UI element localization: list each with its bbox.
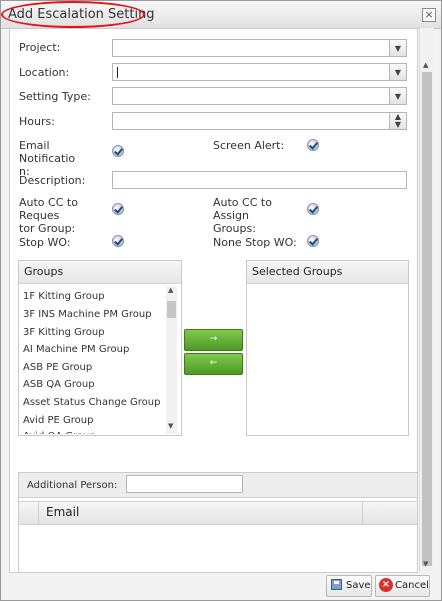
selected-groups-list[interactable]: Selected Groups	[246, 260, 409, 436]
project-select[interactable]: ▼	[112, 39, 407, 57]
list-item[interactable]: Asset Status Change Group	[23, 397, 160, 408]
move-left-button[interactable]: ←	[184, 353, 243, 375]
close-icon[interactable]: ×	[422, 8, 436, 22]
auto-cc-requestor-label: Auto CC to Reques tor Group:	[19, 196, 78, 235]
none-stop-wo-checkbox[interactable]	[307, 235, 319, 247]
list-item[interactable]: AI Machine PM Group	[23, 344, 129, 355]
list-item[interactable]: Avid PE Group	[23, 415, 93, 426]
list-item[interactable]: 1F Kitting Group	[23, 291, 105, 302]
cancel-button-label: Cancel	[395, 580, 429, 591]
scroll-up-icon[interactable]: ▲	[168, 286, 173, 294]
groups-scrollbar[interactable]: ▲ ▼	[166, 286, 177, 434]
scroll-down-icon[interactable]: ▼	[423, 560, 428, 568]
form-content: Project: ▼ Location: ▼ Setting Type: ▼ H…	[9, 28, 418, 573]
list-item[interactable]: ASB QA Group	[23, 379, 95, 390]
location-select[interactable]: ▼	[112, 63, 407, 81]
save-button-label: Save	[346, 580, 371, 591]
additional-person-label: Additional Person:	[27, 480, 118, 491]
stop-wo-checkbox[interactable]	[112, 235, 124, 247]
screen-alert-label: Screen Alert:	[213, 139, 285, 152]
selected-groups-header: Selected Groups	[247, 261, 408, 284]
spin-down-icon[interactable]: ▼	[390, 121, 406, 129]
additional-person-toolbar: Additional Person:	[19, 473, 417, 498]
cancel-button[interactable]: × Cancel	[375, 575, 430, 597]
scroll-thumb[interactable]	[167, 301, 176, 318]
list-item[interactable]: 3F Kitting Group	[23, 327, 105, 338]
text-cursor	[117, 67, 118, 78]
main-scrollbar[interactable]: ▲ ▼	[419, 28, 434, 571]
description-label: Description:	[19, 174, 86, 187]
scroll-thumb[interactable]	[422, 72, 432, 566]
screen-alert-checkbox[interactable]	[307, 139, 319, 151]
auto-cc-assign-checkbox[interactable]	[307, 203, 319, 215]
save-icon	[331, 579, 342, 590]
email-notification-checkbox[interactable]	[112, 145, 124, 157]
none-stop-wo-label: None Stop WO:	[213, 236, 297, 249]
project-label: Project:	[19, 41, 61, 54]
additional-person-input[interactable]	[126, 475, 243, 493]
auto-cc-requestor-checkbox[interactable]	[112, 203, 124, 215]
additional-person-section: Additional Person: Email	[18, 472, 417, 572]
scroll-up-icon[interactable]: ▲	[423, 61, 428, 69]
email-column-header[interactable]: Email	[46, 506, 79, 519]
chevron-down-icon[interactable]: ▼	[389, 64, 406, 80]
chevron-down-icon[interactable]: ▼	[389, 88, 406, 104]
column-divider	[362, 502, 363, 524]
dialog-footer: Save × Cancel	[9, 573, 433, 597]
email-grid-header: Email	[19, 501, 417, 525]
hours-label: Hours:	[19, 115, 55, 128]
row-selector-column	[19, 502, 39, 524]
move-right-button[interactable]: →	[184, 329, 243, 351]
email-notification-label: Email Notificatio n:	[19, 139, 76, 178]
groups-header: Groups	[19, 261, 181, 284]
list-item[interactable]: ASB PE Group	[23, 362, 92, 373]
hours-spinner[interactable]: ▲ ▼	[389, 113, 406, 129]
save-button[interactable]: Save	[326, 575, 372, 597]
setting-type-select[interactable]: ▼	[112, 87, 407, 105]
scroll-down-icon[interactable]: ▼	[168, 422, 173, 430]
highlight-oval-annotation	[1, 1, 145, 28]
groups-list[interactable]: Groups 1F Kitting Group 3F INS Machine P…	[18, 260, 182, 436]
chevron-down-icon[interactable]: ▼	[389, 40, 406, 56]
list-item[interactable]: Avid QA Group	[23, 431, 96, 434]
title-bar[interactable]: Add Escalation Setting ×	[1, 1, 441, 29]
setting-type-label: Setting Type:	[19, 90, 91, 103]
location-label: Location:	[19, 66, 70, 79]
cancel-icon: ×	[379, 578, 393, 592]
list-item[interactable]: 3F INS Machine PM Group	[23, 309, 152, 320]
stop-wo-label: Stop WO:	[19, 236, 71, 249]
hours-input[interactable]: ▲ ▼	[112, 112, 407, 130]
auto-cc-assign-label: Auto CC to Assign Groups:	[213, 196, 272, 235]
description-input[interactable]	[112, 171, 407, 189]
